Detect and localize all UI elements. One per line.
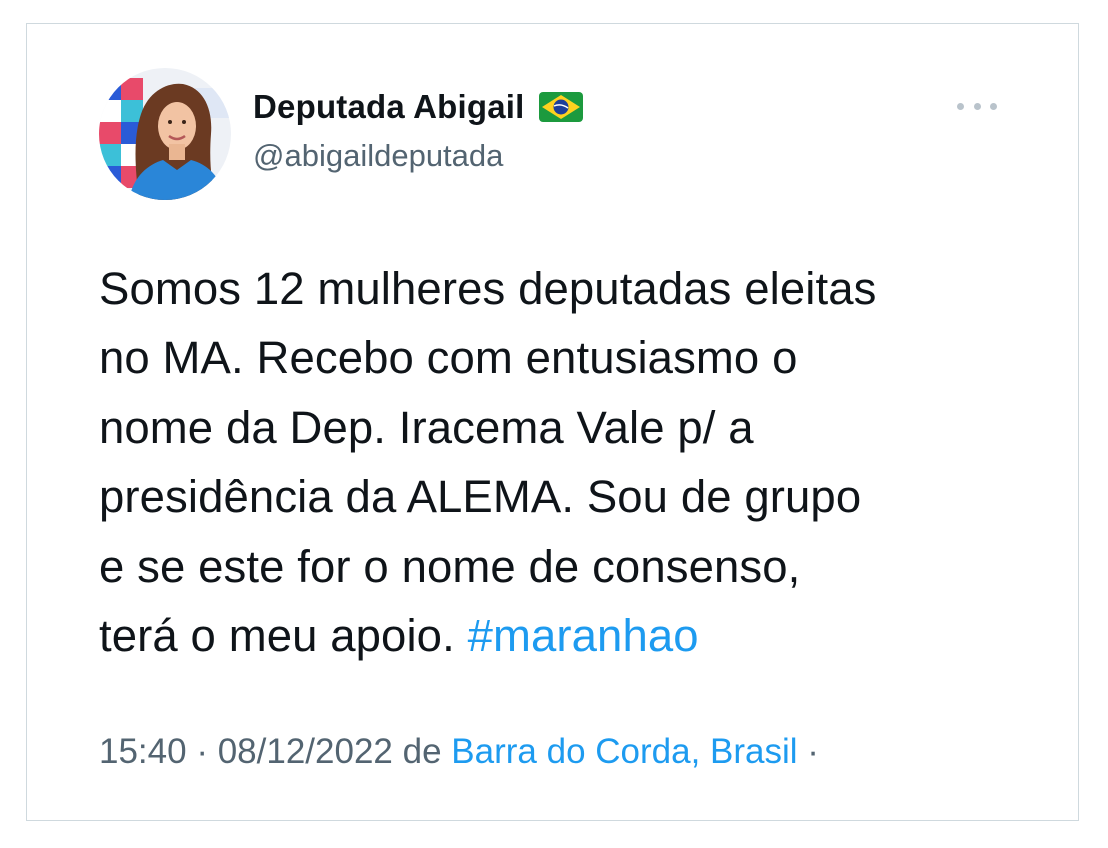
trailing-separator: · — [807, 732, 819, 771]
display-name[interactable]: Deputada Abigail — [253, 88, 525, 126]
tweet-text-line: presidência da ALEMA. Sou de grupo — [99, 471, 862, 523]
source-prefix: de — [402, 732, 442, 771]
more-options-icon[interactable] — [957, 94, 997, 118]
avatar-image — [99, 68, 231, 200]
tweet-date[interactable]: 08/12/2022 — [218, 732, 393, 771]
hashtag-link[interactable]: #maranhao — [468, 610, 699, 661]
tweet-text-last-line: terá o meu apoio. #maranhao — [99, 601, 1029, 670]
tweet-text-line: e se este for o nome de consenso, — [99, 540, 801, 592]
tweet-card: Deputada Abigail @abigaildeputada Somos … — [26, 23, 1079, 821]
tweet-text-line: terá o meu apoio. — [99, 610, 455, 662]
tweet-text-line: nome da Dep. Iracema Vale p/ a — [99, 401, 754, 453]
dot — [973, 102, 981, 110]
dot — [957, 102, 964, 110]
separator: · — [196, 732, 208, 771]
dot — [990, 102, 997, 110]
author-handle[interactable]: @abigaildeputada — [253, 138, 503, 174]
tweet-text-line: Somos 12 mulheres deputadas eleitas — [99, 263, 877, 314]
tweet-time[interactable]: 15:40 — [99, 732, 187, 771]
tweet-metadata: 15:40 · 08/12/2022 de Barra do Corda, Br… — [99, 732, 819, 772]
location-link[interactable]: Barra do Corda, Brasil — [451, 732, 797, 771]
author-name-row[interactable]: Deputada Abigail — [253, 88, 583, 126]
tweet-text-line: no MA. Recebo com entusiasmo o — [99, 332, 798, 384]
brazil-flag-icon — [538, 92, 583, 122]
tweet-text: Somos 12 mulheres deputadas eleitas no M… — [99, 254, 1029, 670]
avatar[interactable] — [99, 68, 231, 200]
